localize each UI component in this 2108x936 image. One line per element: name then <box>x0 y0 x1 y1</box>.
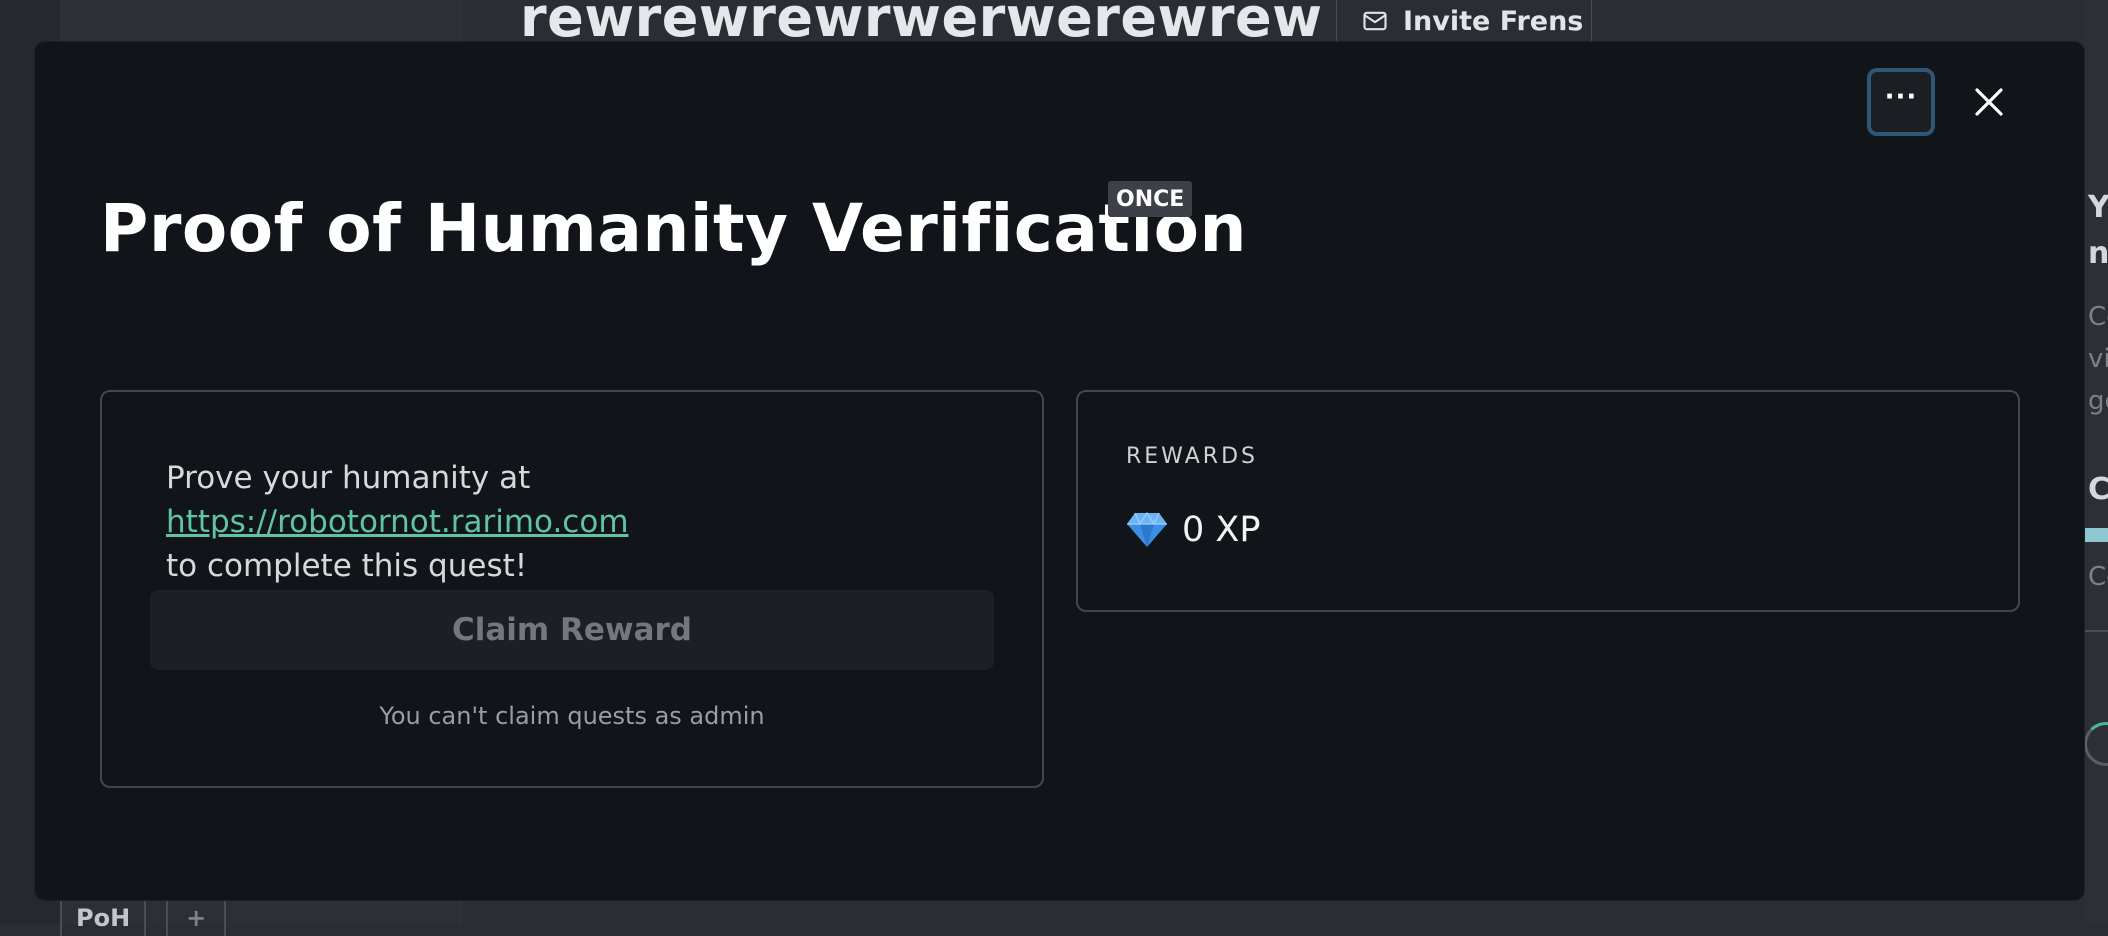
right-panel-text: Co <box>2088 562 2108 592</box>
divider <box>2084 630 2108 632</box>
mail-icon <box>1363 11 1387 31</box>
rewards-heading: REWARDS <box>1126 444 1258 469</box>
progress-bar <box>2084 528 2108 542</box>
description-suffix: to complete this quest! <box>166 548 528 584</box>
close-button[interactable] <box>1969 82 2009 122</box>
background-right-panel: Yo nie Co vis ge Co Co <box>2084 0 2108 924</box>
invite-frens-label: Invite Frens <box>1403 5 1584 37</box>
background-tabs: PoH + <box>60 896 227 936</box>
description-prefix: Prove your humanity at <box>166 460 531 496</box>
reward-item: 0 XP <box>1126 510 1260 550</box>
right-panel-text: Co <box>2088 472 2108 507</box>
close-icon <box>1975 88 2003 116</box>
invite-frens-button[interactable]: Invite Frens <box>1336 0 1592 42</box>
right-panel-text: Co <box>2088 302 2108 332</box>
add-tab-button[interactable]: + <box>166 896 227 936</box>
quest-title: Proof of Humanity Verification <box>100 190 1247 267</box>
diamond-icon <box>1127 511 1167 547</box>
frequency-badge: ONCE <box>1108 181 1193 217</box>
more-options-button[interactable]: ··· <box>1867 68 1935 136</box>
quest-card: Prove your humanity at https://robotorno… <box>100 390 1044 788</box>
claim-reward-button[interactable]: Claim Reward <box>150 590 994 670</box>
admin-warning: You can't claim quests as admin <box>379 702 765 730</box>
background-page-title: rewrewrewrwerwerewrew <box>520 0 1323 49</box>
quest-modal: ··· Proof of Humanity Verification ONCE … <box>35 42 2084 900</box>
right-panel-text: nie <box>2088 236 2108 271</box>
right-panel-text: vis <box>2088 344 2108 374</box>
right-panel-text: ge <box>2088 386 2108 416</box>
loading-spinner <box>2084 722 2108 766</box>
ellipsis-icon: ··· <box>1884 82 1918 112</box>
tab-poh[interactable]: PoH <box>60 896 147 936</box>
robotornot-link[interactable]: https://robotornot.rarimo.com <box>166 504 629 540</box>
xp-amount: 0 XP <box>1182 510 1261 550</box>
rewards-card: REWARDS 0 XP <box>1076 390 2020 612</box>
quest-description: Prove your humanity at https://robotorno… <box>166 456 986 588</box>
right-panel-text: Yo <box>2088 190 2108 225</box>
